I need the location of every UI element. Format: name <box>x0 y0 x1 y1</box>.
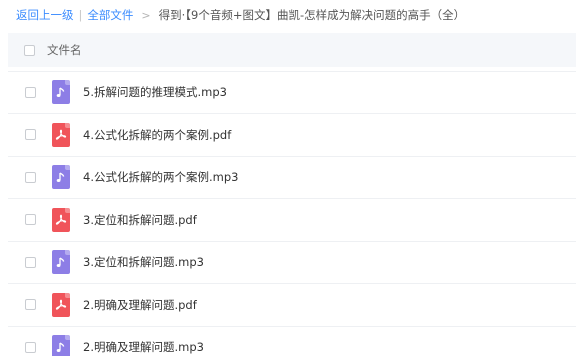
music-note-icon <box>52 80 70 105</box>
file-row-checkbox[interactable] <box>25 171 36 183</box>
music-note-icon <box>52 335 70 356</box>
file-row[interactable]: 4.公式化拆解的两个案例.pdf <box>8 114 576 157</box>
file-list-header: 文件名 <box>8 33 576 67</box>
current-folder: 得到·【9个音频+图文】曲凯-怎样成为解决问题的高手（全） <box>158 8 466 22</box>
file-row[interactable]: 2.明确及理解问题.mp3 <box>8 327 576 356</box>
file-list[interactable]: 5.拆解问题的推理模式.mp3 4.公式化拆解的两个案例.pdf 4.公式化拆解的两… <box>0 67 576 356</box>
pdf-icon <box>52 207 70 232</box>
file-row[interactable]: 3.定位和拆解问题.pdf <box>8 199 576 242</box>
breadcrumb-separator: | <box>78 8 83 22</box>
breadcrumb-arrow-icon: > <box>141 8 151 22</box>
file-name[interactable]: 5.拆解问题的推理模式.mp3 <box>83 84 227 100</box>
music-note-icon <box>52 250 70 275</box>
file-name[interactable]: 2.明确及理解问题.mp3 <box>83 339 204 355</box>
file-row-checkbox[interactable] <box>25 129 36 141</box>
file-row-checkbox[interactable] <box>25 341 36 353</box>
file-name[interactable]: 3.定位和拆解问题.pdf <box>83 212 197 228</box>
pdf-icon <box>52 292 70 317</box>
file-row-checkbox[interactable] <box>25 86 36 98</box>
file-row[interactable]: 3.定位和拆解问题.mp3 <box>8 242 576 284</box>
file-row-checkbox[interactable] <box>25 256 36 268</box>
file-row[interactable]: 2.明确及理解问题.pdf <box>8 284 576 327</box>
breadcrumb: 返回上一级 | 全部文件 > 得到·【9个音频+图文】曲凯-怎样成为解决问题的高… <box>0 0 576 30</box>
file-list-content: 5.拆解问题的推理模式.mp3 4.公式化拆解的两个案例.pdf 4.公式化拆解的两… <box>0 67 576 356</box>
pdf-icon <box>52 122 70 147</box>
all-files-link[interactable]: 全部文件 <box>87 7 133 23</box>
file-row[interactable]: 5.拆解问题的推理模式.mp3 <box>8 72 576 114</box>
file-row-checkbox[interactable] <box>25 214 36 226</box>
column-header-filename[interactable]: 文件名 <box>47 42 82 58</box>
file-name[interactable]: 2.明确及理解问题.pdf <box>83 297 197 313</box>
file-row[interactable]: 4.公式化拆解的两个案例.mp3 <box>8 157 576 199</box>
music-note-icon <box>52 165 70 190</box>
select-all-checkbox[interactable] <box>24 44 35 56</box>
file-name[interactable]: 3.定位和拆解问题.mp3 <box>83 254 204 270</box>
file-name[interactable]: 4.公式化拆解的两个案例.mp3 <box>83 169 238 185</box>
file-name[interactable]: 4.公式化拆解的两个案例.pdf <box>83 127 231 143</box>
file-row-checkbox[interactable] <box>25 299 36 311</box>
back-link[interactable]: 返回上一级 <box>16 7 74 23</box>
